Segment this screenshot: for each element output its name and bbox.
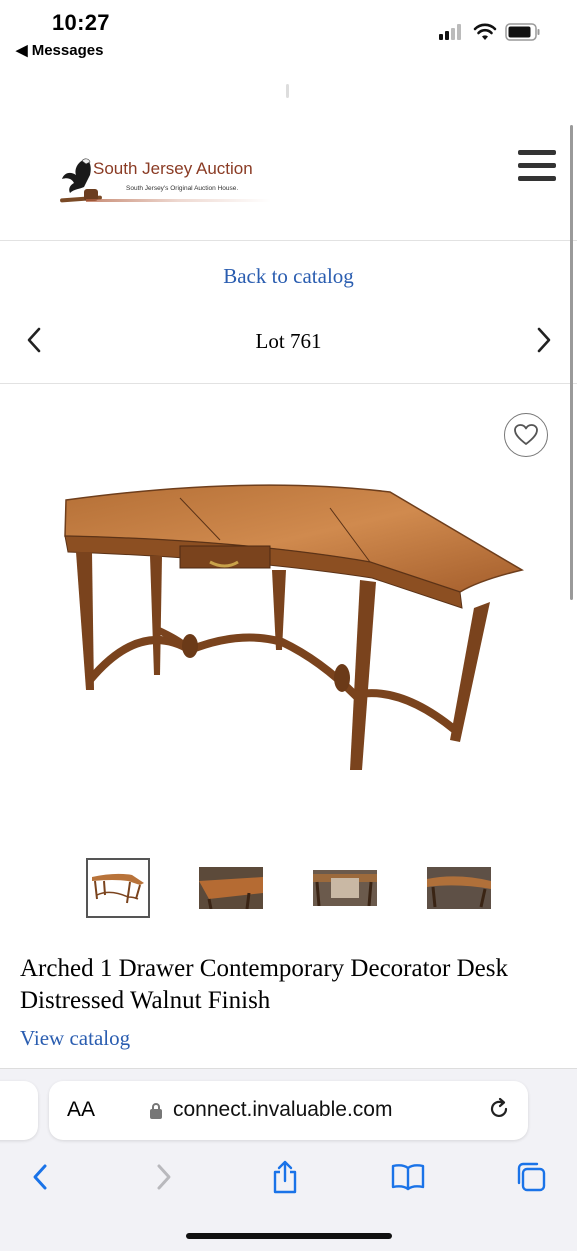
view-catalog-link[interactable]: View catalog — [20, 1026, 130, 1051]
browser-toolbar: AA connect.invaluable.com — [0, 1068, 577, 1251]
previous-tab-pill[interactable] — [0, 1081, 38, 1140]
share-button[interactable] — [265, 1157, 305, 1197]
thumbnail-image — [199, 867, 263, 909]
lot-navigation: Lot 761 — [0, 315, 577, 384]
share-icon — [273, 1160, 297, 1194]
chevron-left-icon — [33, 1164, 47, 1190]
chevron-right-icon — [157, 1164, 171, 1190]
reload-icon[interactable] — [487, 1097, 511, 1121]
thumbnail-image — [92, 873, 144, 904]
thumbnail-image — [313, 870, 377, 906]
site-header: South Jersey Auction South Jersey's Orig… — [0, 110, 577, 241]
next-lot-button[interactable] — [530, 325, 556, 355]
menu-bar — [518, 163, 556, 168]
browser-back-button[interactable] — [20, 1157, 60, 1197]
logo-tagline: South Jersey's Original Auction House. — [126, 185, 239, 192]
thumbnail-4[interactable] — [427, 858, 491, 918]
page-loading-indicator — [286, 84, 289, 98]
thumbnail-image — [427, 867, 491, 909]
bookmarks-button[interactable] — [388, 1157, 428, 1197]
menu-bar — [518, 176, 556, 181]
book-icon — [391, 1164, 425, 1191]
home-indicator — [186, 1233, 392, 1239]
tabs-icon — [517, 1162, 546, 1192]
address-bar[interactable]: AA connect.invaluable.com — [49, 1081, 528, 1140]
thumbnail-1[interactable] — [86, 858, 150, 918]
thumbnail-3[interactable] — [313, 858, 377, 918]
site-logo[interactable]: South Jersey Auction South Jersey's Orig… — [56, 155, 271, 215]
lock-icon — [150, 1103, 162, 1119]
logo-title: South Jersey Auction — [93, 159, 253, 178]
thumbnail-2[interactable] — [199, 858, 263, 918]
lot-number: Lot 761 — [255, 329, 322, 353]
status-time: 10:27 — [52, 10, 110, 35]
wifi-icon — [473, 23, 497, 40]
heart-icon — [514, 424, 538, 445]
logo-underline — [86, 199, 271, 202]
battery-icon — [505, 23, 540, 41]
main-product-image[interactable] — [50, 470, 530, 800]
status-icons — [439, 22, 541, 42]
tabs-button[interactable] — [511, 1157, 551, 1197]
lot-title: Arched 1 Drawer Contemporary Decorator D… — [20, 955, 509, 1014]
hamburger-menu-button[interactable] — [518, 150, 558, 184]
favorite-button[interactable] — [504, 413, 548, 457]
back-to-messages[interactable]: ◀ Messages — [16, 41, 103, 59]
url-text: connect.invaluable.com — [173, 1098, 393, 1121]
menu-bar — [518, 150, 556, 155]
reader-options-button[interactable]: AA — [67, 1098, 95, 1122]
browser-forward-button[interactable] — [144, 1157, 184, 1197]
chevron-right-icon — [537, 327, 551, 353]
back-to-catalog-link[interactable]: Back to catalog — [0, 264, 577, 289]
signal-icon — [439, 24, 461, 40]
aa-label: AA — [67, 1098, 96, 1121]
scrollbar[interactable] — [570, 125, 573, 600]
